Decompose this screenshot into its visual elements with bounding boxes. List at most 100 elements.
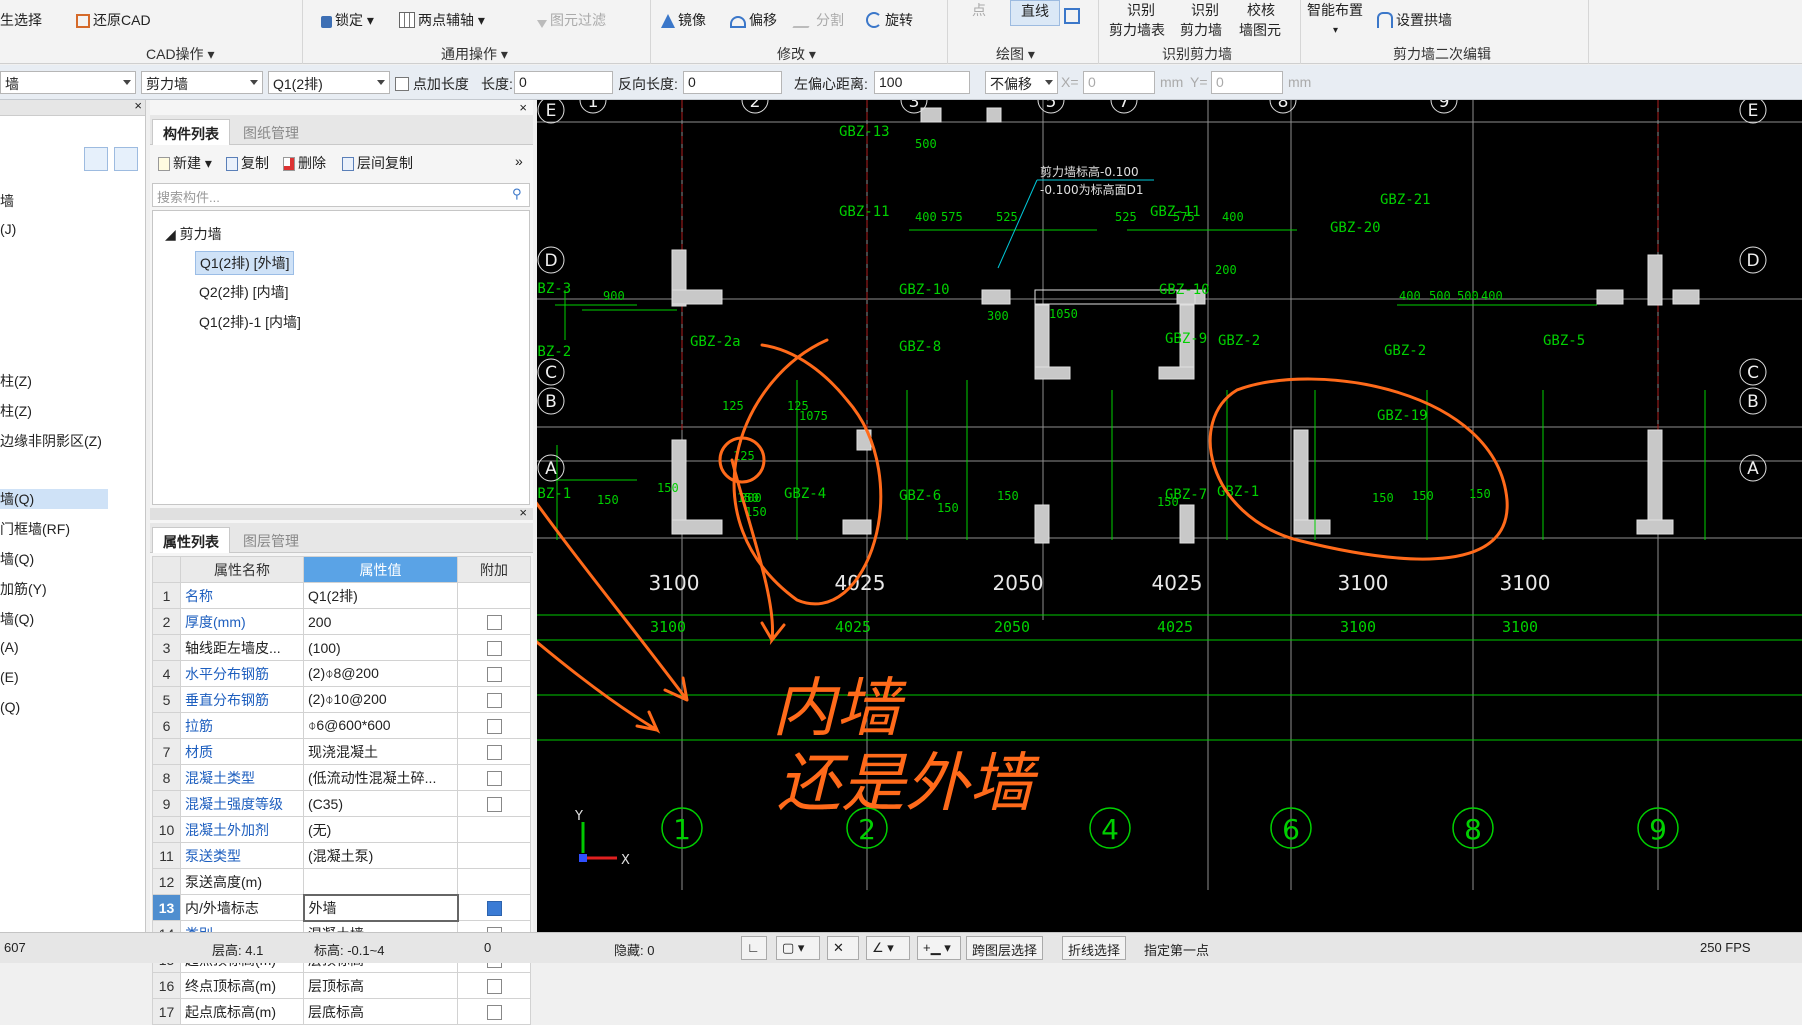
tab-drawing-management[interactable]: 图纸管理 — [233, 119, 309, 145]
list-view-icon[interactable] — [84, 147, 108, 171]
y-input[interactable]: 0 — [1211, 71, 1283, 94]
tree-item-q1-exterior[interactable]: Q1(2排) [外墙] — [195, 251, 295, 275]
floor-copy-button[interactable]: 层间复制 — [342, 153, 413, 173]
additional-checkbox[interactable] — [486, 718, 502, 734]
dynamic-input-icon[interactable]: +▁ ▾ — [917, 936, 961, 960]
smart-layout-button[interactable]: 智能布置 ▾ — [1307, 0, 1363, 36]
add-length-checkbox[interactable]: 点加长度 — [395, 74, 469, 94]
property-row[interactable]: 8 混凝土类型 (低流动性混凝土碎... — [152, 764, 531, 791]
rotate-button[interactable]: 旋转 — [866, 10, 913, 30]
nav-item[interactable]: 墙(Q) — [0, 609, 34, 629]
nav-item[interactable]: 门框墙(RF) — [0, 519, 70, 539]
nav-item[interactable]: (E) — [0, 669, 19, 685]
additional-checkbox[interactable] — [486, 692, 502, 708]
property-row[interactable]: 10 混凝土外加剂 (无) — [152, 816, 531, 843]
property-value[interactable]: (100) — [303, 634, 458, 661]
property-value[interactable]: Q1(2排) — [303, 582, 458, 609]
cross-layer-select-button[interactable]: 跨图层选择 — [966, 936, 1044, 960]
additional-checkbox[interactable] — [486, 770, 502, 786]
category-select[interactable]: 墙 — [0, 71, 136, 94]
lock-button[interactable]: 锁定 ▾ — [321, 10, 374, 30]
tab-component-list[interactable]: 构件列表 — [152, 119, 230, 145]
additional-checkbox[interactable] — [486, 900, 502, 916]
property-value[interactable]: 200 — [303, 608, 458, 635]
property-value[interactable]: (低流动性混凝土碎... — [303, 764, 458, 791]
tree-item-q1-1-interior[interactable]: Q1(2排)-1 [内墙] — [195, 311, 305, 333]
search-icon[interactable]: ⚲ — [512, 186, 522, 202]
nav-item[interactable]: (Q) — [0, 699, 20, 715]
property-row[interactable]: 12 泵送高度(m) — [152, 868, 531, 895]
additional-checkbox[interactable] — [486, 1004, 502, 1020]
close-icon[interactable]: × — [519, 505, 527, 520]
select-attr-button[interactable]: 生选择 — [0, 10, 42, 30]
property-row[interactable]: 11 泵送类型 (混凝土泵) — [152, 842, 531, 869]
nav-item[interactable]: 柱(Z) — [0, 371, 32, 391]
property-row[interactable]: 1 名称 Q1(2排) — [152, 582, 531, 609]
additional-checkbox[interactable] — [486, 978, 502, 994]
x-input[interactable]: 0 — [1083, 71, 1155, 94]
nav-item[interactable]: (A) — [0, 639, 19, 655]
property-row[interactable]: 17 起点底标高(m) 层底标高 — [152, 998, 531, 1025]
offset-mode-select[interactable]: 不偏移 — [985, 71, 1058, 94]
tree-item-q2-interior[interactable]: Q2(2排) [内墙] — [195, 281, 292, 303]
snap-icon[interactable]: ▢ ▾ — [776, 936, 820, 960]
property-row[interactable]: 6 拉筋 ⌽6@600*600 — [152, 712, 531, 739]
two-point-axis-button[interactable]: 两点辅轴 ▾ — [399, 10, 485, 30]
close-icon[interactable]: × — [134, 100, 142, 113]
additional-checkbox[interactable] — [486, 640, 502, 656]
subcategory-select[interactable]: 剪力墙 — [141, 71, 263, 94]
additional-checkbox[interactable] — [486, 614, 502, 630]
property-value[interactable]: 层顶标高 — [303, 972, 458, 999]
copy-button[interactable]: 复制 — [226, 153, 269, 173]
property-row[interactable]: 7 材质 现浇混凝土 — [152, 738, 531, 765]
ortho-icon[interactable]: ∟ — [741, 936, 767, 960]
nav-item[interactable]: 墙 — [0, 191, 14, 211]
left-offset-input[interactable]: 100 — [874, 71, 970, 94]
recog-wall-table-button[interactable]: 剪力墙表 — [1109, 20, 1165, 40]
property-row[interactable]: 16 终点顶标高(m) 层顶标高 — [152, 972, 531, 999]
new-button[interactable]: 新建 ▾ — [158, 153, 212, 173]
element-filter-button[interactable]: 图元过滤 — [537, 10, 606, 30]
cross-icon[interactable]: ✕ — [827, 936, 859, 960]
property-value[interactable]: (混凝土泵) — [303, 842, 458, 869]
recog-wall-button[interactable]: 剪力墙 — [1180, 20, 1222, 40]
mirror-button[interactable]: 镜像 — [661, 10, 706, 30]
cad-drawing-canvas[interactable]: 剪力墙标高-0.100 -0.100为标高面D1 GBZ-13 GBZ-11 GBZ… — [537, 100, 1802, 932]
restore-cad-button[interactable]: 还原CAD — [76, 10, 151, 30]
grid-view-icon[interactable] — [114, 147, 138, 171]
property-row[interactable]: 2 厚度(mm) 200 — [152, 608, 531, 635]
property-row[interactable]: 3 轴线距左墙皮... (100) — [152, 634, 531, 661]
nav-item[interactable]: (J) — [0, 221, 16, 237]
group-general-ops[interactable]: 通用操作 ▾ — [441, 44, 508, 64]
tab-property-list[interactable]: 属性列表 — [152, 527, 230, 553]
angle-icon[interactable]: ∠ ▾ — [866, 936, 910, 960]
property-row[interactable]: 5 垂直分布钢筋 (2)⌽10@200 — [152, 686, 531, 713]
property-value[interactable]: 层底标高 — [303, 998, 458, 1025]
line-button[interactable]: 直线 — [1010, 0, 1060, 26]
property-value[interactable]: ⌽6@600*600 — [303, 712, 458, 739]
group-modify[interactable]: 修改 ▾ — [777, 44, 816, 64]
additional-checkbox[interactable] — [486, 796, 502, 812]
offset-button[interactable]: 偏移 — [730, 10, 777, 30]
nav-item[interactable]: 柱(Z) — [0, 401, 32, 421]
tab-layer-management[interactable]: 图层管理 — [233, 527, 309, 553]
group-draw[interactable]: 绘图 ▾ — [996, 44, 1035, 64]
component-search-input[interactable]: 搜索构件... — [152, 183, 530, 207]
property-value[interactable]: (C35) — [303, 790, 458, 817]
set-arch-wall-button[interactable]: 设置拱墙 — [1377, 10, 1452, 30]
delete-button[interactable]: 删除 — [283, 153, 326, 173]
property-row[interactable]: 9 混凝土强度等级 (C35) — [152, 790, 531, 817]
property-row[interactable]: 13 内/外墙标志 外墙 — [152, 893, 531, 922]
property-value[interactable]: 现浇混凝土 — [303, 738, 458, 765]
tree-root-shear-wall[interactable]: ◢ 剪力墙 — [161, 223, 226, 245]
group-cad-ops[interactable]: CAD操作 ▾ — [146, 44, 214, 64]
rectangle-button[interactable] — [1064, 8, 1083, 24]
nav-item[interactable]: 墙(Q) — [0, 549, 34, 569]
property-row[interactable]: 4 水平分布钢筋 (2)⌽8@200 — [152, 660, 531, 687]
more-icon[interactable]: » — [515, 153, 523, 169]
property-value[interactable] — [303, 868, 458, 895]
nav-item-shear-wall-selected[interactable]: 墙(Q) — [0, 489, 108, 509]
check-wall-element-button[interactable]: 墙图元 — [1239, 20, 1281, 40]
length-input[interactable]: 0 — [514, 71, 613, 94]
property-value[interactable]: (2)⌽10@200 — [303, 686, 458, 713]
